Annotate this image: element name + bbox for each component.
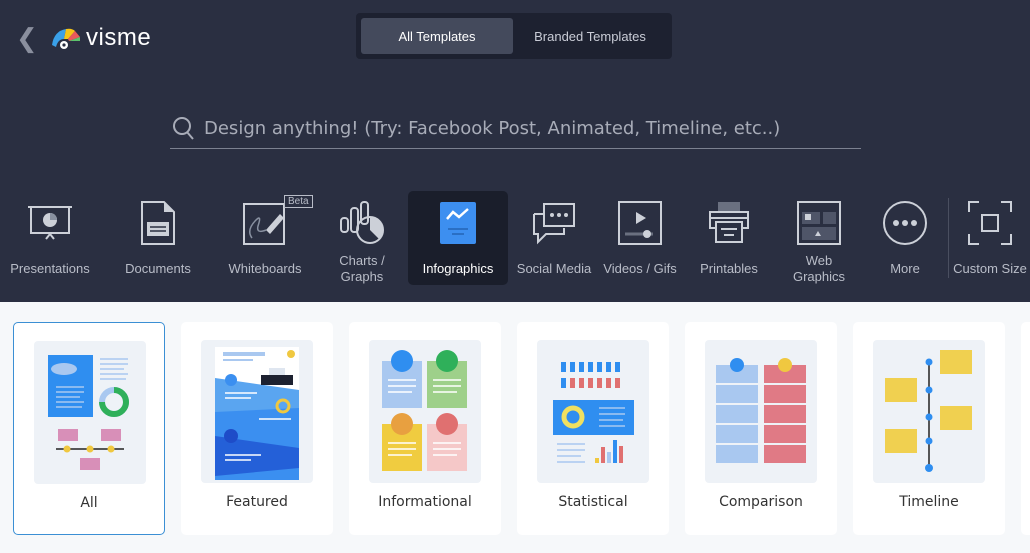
video-icon <box>618 201 662 245</box>
thumbnail-informational <box>369 340 481 483</box>
visme-logo[interactable]: visme <box>50 24 151 52</box>
category-label: Charts / Graphs <box>339 253 385 284</box>
category-label: Social Media <box>516 261 592 276</box>
category-documents[interactable]: Documents <box>116 191 200 285</box>
category-printables[interactable]: Printables <box>688 191 770 285</box>
infographic-icon <box>440 202 476 244</box>
custom-size-icon <box>968 201 1012 245</box>
chat-bubbles-icon <box>533 203 575 245</box>
category-web-graphics[interactable]: Web Graphics <box>778 191 860 285</box>
category-label: Videos / Gifs <box>603 261 677 276</box>
card-label: Featured <box>226 494 288 510</box>
category-label: Printables <box>700 261 758 276</box>
card-label: Statistical <box>558 494 628 510</box>
whiteboard-icon <box>243 203 285 245</box>
thumbnail-all <box>34 341 146 484</box>
presentation-icon <box>28 206 72 240</box>
template-card-comparison[interactable]: Comparison <box>685 322 837 535</box>
template-card-all[interactable]: All <box>13 322 165 535</box>
header-panel: ❮ visme All Templates Branded Templates … <box>0 0 1030 302</box>
category-infographics[interactable]: Infographics <box>408 191 508 285</box>
template-card-partial[interactable] <box>1021 322 1030 535</box>
printer-icon <box>709 202 749 243</box>
category-charts-graphs[interactable]: Charts / Graphs <box>326 191 398 285</box>
card-label: All <box>80 495 98 511</box>
template-card-timeline[interactable]: Timeline <box>853 322 1005 535</box>
category-more[interactable]: More <box>866 191 944 285</box>
search-input[interactable] <box>204 117 844 139</box>
beta-badge: Beta <box>284 195 313 208</box>
document-icon <box>141 201 175 245</box>
search-icon <box>173 117 194 140</box>
thumbnail-timeline <box>873 340 985 483</box>
category-custom-size[interactable]: Custom Size <box>950 191 1030 285</box>
category-label: Whiteboards <box>228 261 302 276</box>
category-label: Documents <box>125 261 191 276</box>
search-bar <box>170 108 861 149</box>
category-presentations[interactable]: Presentations <box>4 191 96 285</box>
chevron-left-icon[interactable]: ❮ <box>16 24 38 54</box>
category-videos-gifs[interactable]: Videos / Gifs <box>598 191 682 285</box>
tab-branded-templates[interactable]: Branded Templates <box>513 18 667 54</box>
category-label: Web Graphics <box>792 253 846 284</box>
thumbnail-featured <box>201 340 313 483</box>
template-card-featured[interactable]: Featured <box>181 322 333 535</box>
card-label: Comparison <box>719 494 803 510</box>
logo-text: visme <box>86 24 152 51</box>
card-label: Timeline <box>899 494 959 510</box>
tab-all-templates[interactable]: All Templates <box>361 18 513 54</box>
visme-logo-icon <box>52 28 80 49</box>
web-graphic-icon <box>797 201 841 245</box>
thumbnail-statistical <box>537 340 649 483</box>
category-label: Custom Size <box>953 261 1027 276</box>
category-label: More <box>890 261 920 276</box>
chart-icon <box>340 201 384 244</box>
category-label: Presentations <box>10 261 90 276</box>
template-card-statistical[interactable]: Statistical <box>517 322 669 535</box>
template-tabs: All Templates Branded Templates <box>356 13 672 59</box>
category-divider <box>948 198 949 278</box>
card-label: Informational <box>378 494 472 510</box>
thumbnail-comparison <box>705 340 817 483</box>
category-social-media[interactable]: Social Media <box>512 191 596 285</box>
template-card-informational[interactable]: Informational <box>349 322 501 535</box>
more-icon <box>883 201 927 245</box>
category-label: Infographics <box>422 261 494 276</box>
